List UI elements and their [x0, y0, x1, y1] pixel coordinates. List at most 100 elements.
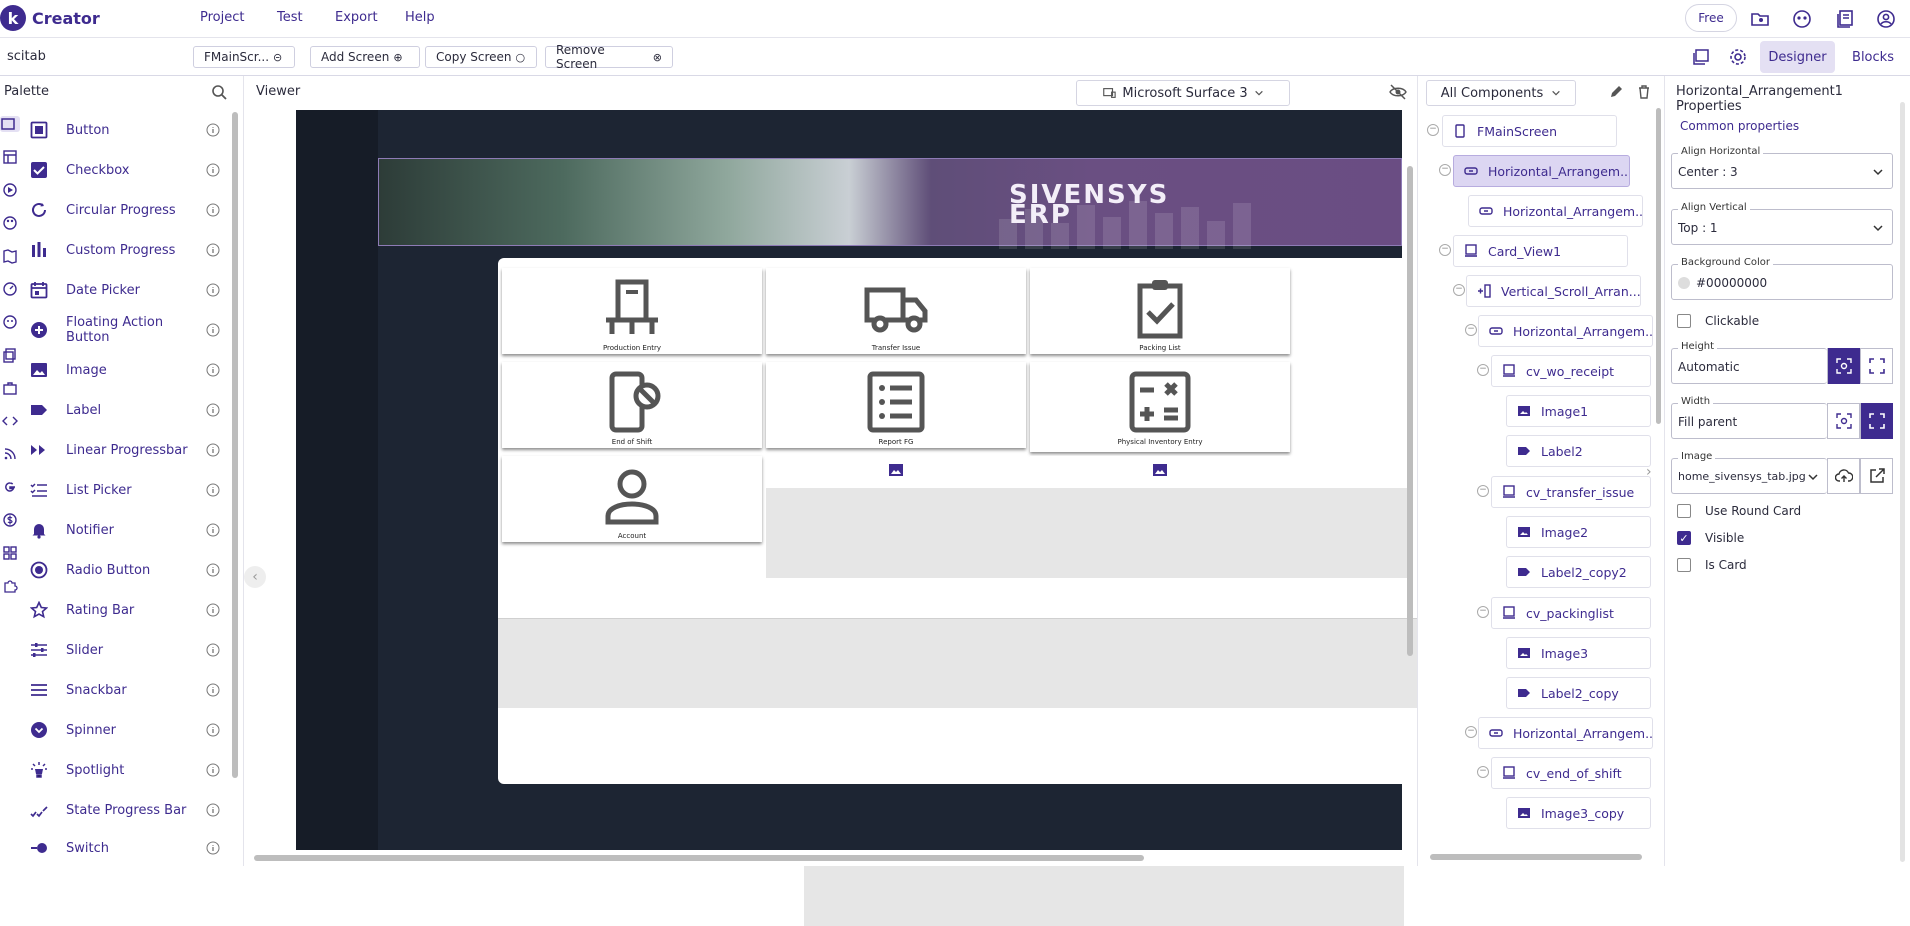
monetization-icon[interactable] [2, 512, 18, 528]
community-icon[interactable] [1792, 9, 1812, 29]
info-icon[interactable] [206, 763, 220, 777]
palette-item-spotlight[interactable]: Spotlight [30, 750, 220, 790]
viewer-vertical-scrollbar[interactable] [1407, 166, 1413, 656]
tree-node-horizontal-arrangement1[interactable]: Horizontal_Arrangem... [1453, 155, 1630, 187]
info-icon[interactable] [206, 643, 220, 657]
height-field[interactable]: Height Automatic [1671, 341, 1827, 384]
chevron-left-icon[interactable]: ‹ [244, 566, 266, 588]
tree-node-label2[interactable]: Label2 [1506, 435, 1651, 467]
menu-project[interactable]: Project [200, 10, 244, 25]
tile-empty-image[interactable] [1030, 456, 1290, 486]
upload-button[interactable] [1827, 458, 1860, 494]
palette-item-circular-progress[interactable]: Circular Progress [30, 190, 220, 230]
drawing-icon[interactable] [2, 215, 18, 231]
collapse-toggle[interactable]: − [1439, 244, 1451, 256]
palette-item-button[interactable]: Button [30, 110, 220, 150]
code-icon[interactable] [2, 413, 18, 429]
info-icon[interactable] [206, 563, 220, 577]
app-logo[interactable]: k [0, 5, 26, 31]
collapse-toggle[interactable]: − [1453, 284, 1465, 296]
image-select[interactable]: Image home_sivensys_tab.jpg [1671, 451, 1827, 494]
menu-export[interactable]: Export [335, 10, 378, 25]
storage-icon[interactable] [2, 347, 18, 363]
feed-icon[interactable] [2, 446, 18, 462]
google-icon[interactable] [2, 479, 18, 495]
copy-screen-button[interactable]: Copy Screen ○ [425, 46, 537, 68]
fill-size-button[interactable] [1860, 403, 1893, 439]
tree-vertical-scrollbar[interactable] [1656, 108, 1661, 424]
checkbox-box[interactable] [1677, 314, 1691, 328]
fill-size-button[interactable] [1860, 348, 1893, 384]
width-field[interactable]: Width Fill parent [1671, 396, 1827, 439]
folder-star-icon[interactable] [1750, 9, 1770, 29]
tree-node-fmainscreen[interactable]: FMainScreen [1442, 115, 1617, 147]
maps-icon[interactable] [2, 248, 18, 264]
tree-node-label2-copy[interactable]: Label2_copy [1506, 677, 1651, 709]
puzzle-icon[interactable] [2, 578, 18, 594]
palette-item-label[interactable]: Label [30, 390, 220, 430]
assets-icon[interactable] [1691, 47, 1711, 67]
search-icon[interactable] [211, 84, 227, 100]
tile-empty-image[interactable] [766, 456, 1026, 486]
tile-packing-list[interactable]: Packing List [1030, 268, 1290, 354]
remove-screen-button[interactable]: Remove Screen ⊗ [545, 43, 673, 71]
social-icon[interactable] [2, 314, 18, 330]
viewer-horizontal-scrollbar[interactable] [254, 855, 1144, 861]
palette-item-spinner[interactable]: Spinner [30, 710, 220, 750]
palette-item-checkbox[interactable]: Checkbox [30, 150, 220, 190]
tree-node-label2-copy2[interactable]: Label2_copy2 [1506, 556, 1651, 588]
properties-section-title[interactable]: Common properties [1680, 119, 1799, 133]
palette-item-custom-progress[interactable]: Custom Progress [30, 230, 220, 270]
device-select[interactable]: Microsoft Surface 3 [1076, 80, 1290, 106]
extensions-icon[interactable] [2, 545, 18, 561]
account-icon[interactable] [1876, 9, 1896, 29]
header-banner-image[interactable]: SIVENSYS ERP [378, 158, 1402, 249]
screen-select[interactable]: FMainScr... ⊝ [193, 46, 295, 68]
layout-icon[interactable] [2, 149, 18, 165]
collapse-toggle[interactable]: − [1465, 726, 1477, 738]
tab-blocks[interactable]: Blocks [1840, 41, 1906, 73]
collapse-toggle[interactable]: − [1439, 164, 1451, 176]
info-icon[interactable] [206, 323, 220, 337]
collapse-toggle[interactable]: − [1477, 606, 1489, 618]
fit-size-button[interactable] [1827, 403, 1860, 439]
tree-node-image3-copy[interactable]: Image3_copy [1506, 797, 1651, 829]
palette-item-date-picker[interactable]: Date Picker [30, 270, 220, 310]
info-icon[interactable] [206, 123, 220, 137]
info-icon[interactable] [206, 163, 220, 177]
background-color-field[interactable]: Background Color #00000000 [1671, 257, 1893, 300]
palette-item-image[interactable]: Image [30, 350, 220, 390]
gear-icon[interactable] [1728, 47, 1748, 67]
tree-node-cv-packinglist[interactable]: cv_packinglist [1491, 597, 1651, 629]
media-icon[interactable] [2, 182, 18, 198]
palette-item-state-progress-bar[interactable]: State Progress Bar [30, 790, 220, 830]
info-icon[interactable] [206, 283, 220, 297]
palette-item-radio-button[interactable]: Radio Button [30, 550, 220, 590]
menu-help[interactable]: Help [405, 10, 435, 25]
open-external-button[interactable] [1860, 458, 1893, 494]
palette-item-switch[interactable]: Switch [30, 828, 220, 868]
sensors-icon[interactable] [2, 281, 18, 297]
align-horizontal-select[interactable]: Align Horizontal Center : 3 [1671, 146, 1893, 189]
collapse-toggle[interactable]: − [1427, 124, 1439, 136]
palette-item-linear-progressbar[interactable]: Linear Progressbar [30, 430, 220, 470]
info-icon[interactable] [206, 841, 220, 855]
tree-node-horizontal-arrangement3[interactable]: Horizontal_Arrangem... [1478, 315, 1653, 347]
clickable-checkbox[interactable]: Clickable [1677, 314, 1759, 328]
info-icon[interactable] [206, 443, 220, 457]
tile-end-of-shift[interactable]: End of Shift [502, 362, 762, 448]
info-icon[interactable] [206, 363, 220, 377]
palette-scrollbar[interactable] [232, 112, 238, 778]
properties-scrollbar[interactable] [1900, 102, 1905, 862]
palette-item-list-picker[interactable]: List Picker [30, 470, 220, 510]
checkbox-box-checked[interactable]: ✓ [1677, 531, 1691, 545]
trash-icon[interactable] [1636, 84, 1652, 100]
checkbox-box[interactable] [1677, 558, 1691, 572]
user-interface-icon[interactable] [0, 116, 20, 132]
tile-production-entry[interactable]: Production Entry [502, 268, 762, 354]
tree-node-cv-wo-receipt[interactable]: cv_wo_receipt [1491, 355, 1651, 387]
tree-node-vertical-scroll-arrangement[interactable]: Vertical_Scroll_Arran... [1466, 275, 1641, 307]
collapse-toggle[interactable]: − [1477, 485, 1489, 497]
tree-node-image1[interactable]: Image1 [1506, 395, 1651, 427]
use-round-card-checkbox[interactable]: Use Round Card [1677, 504, 1801, 518]
